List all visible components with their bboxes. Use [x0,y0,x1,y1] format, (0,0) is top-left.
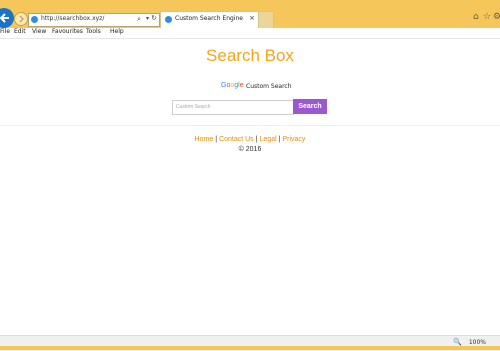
bottom-strip [0,346,500,350]
search-icon[interactable]: ⌕ [137,15,141,24]
tab-title: Custom Search Engine [175,15,243,22]
menu-favourites[interactable]: Favourites [52,28,83,35]
site-icon [31,16,38,23]
refresh-icon[interactable]: ↻ [151,14,157,22]
footer-links: Home | Contact Us | Legal | Privacy [0,136,500,143]
forward-button[interactable] [14,12,28,26]
footer-link-home[interactable]: Home [195,136,214,143]
page-title: Search Box [206,46,294,65]
new-tab-button[interactable] [258,11,274,28]
tab-active[interactable]: Custom Search Engine × [160,11,260,28]
chevron-down-icon[interactable]: ▾ [146,15,149,22]
footer-link-contact[interactable]: Contact Us [219,136,254,143]
arrow-right-icon [19,15,24,23]
menu-help[interactable]: Help [110,28,124,35]
browser-chrome: http://searchbox.xyz/ ⌕ ▾ ↻ Custom Searc… [0,0,500,39]
menu-view[interactable]: View [32,28,46,35]
footer-link-privacy[interactable]: Privacy [282,136,305,143]
menu-file[interactable]: File [0,28,10,35]
search-input[interactable]: Custom Search [172,100,294,115]
search-button[interactable]: Search [293,99,327,114]
address-bar[interactable]: http://searchbox.xyz/ ⌕ ▾ ↻ [28,13,160,27]
gear-icon[interactable]: ⚙ [493,12,500,22]
zoom-level[interactable]: 100% [469,339,486,346]
site-icon [165,16,172,23]
url-text[interactable]: http://searchbox.xyz/ [41,15,104,22]
menu-edit[interactable]: Edit [14,28,26,35]
close-icon[interactable]: × [249,14,255,22]
zoom-icon[interactable]: 🔍 [453,338,462,346]
arrow-left-icon [0,13,9,23]
custom-search-label: Custom Search [246,83,292,90]
footer-link-legal[interactable]: Legal [260,136,277,143]
back-button[interactable] [0,8,14,28]
search-placeholder: Custom Search [176,104,211,110]
star-icon[interactable]: ☆ [483,12,491,22]
menu-tools[interactable]: Tools [86,28,101,35]
divider [0,125,500,126]
copyright: © 2016 [238,146,262,153]
title-bar: http://searchbox.xyz/ ⌕ ▾ ↻ Custom Searc… [0,0,500,28]
home-icon[interactable]: ⌂ [473,12,479,22]
menu-bar: File Edit View Favourites Tools Help [0,28,500,39]
google-logo: Google [221,82,244,89]
